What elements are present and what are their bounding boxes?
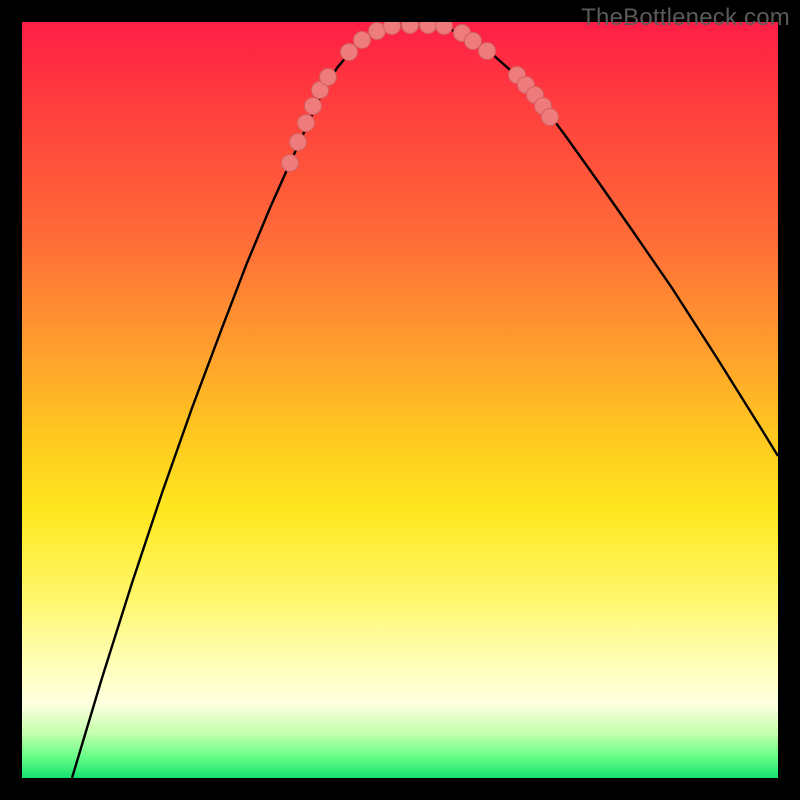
data-dot — [420, 22, 437, 34]
bottleneck-curve — [72, 26, 778, 778]
data-dot — [298, 115, 315, 132]
data-dot — [436, 22, 453, 35]
data-dot — [341, 44, 358, 61]
data-dot — [369, 23, 386, 40]
data-dots — [282, 22, 559, 172]
data-dot — [479, 43, 496, 60]
data-dot — [465, 33, 482, 50]
plot-area — [22, 22, 778, 778]
data-dot — [305, 98, 322, 115]
data-dot — [320, 69, 337, 86]
outer-frame: TheBottleneck.com — [0, 0, 800, 800]
data-dot — [282, 155, 299, 172]
data-dot — [402, 22, 419, 34]
data-dot — [290, 134, 307, 151]
chart-svg — [22, 22, 778, 778]
data-dot — [354, 32, 371, 49]
data-dot — [384, 22, 401, 35]
data-dot — [542, 109, 559, 126]
watermark-text: TheBottleneck.com — [581, 4, 790, 32]
